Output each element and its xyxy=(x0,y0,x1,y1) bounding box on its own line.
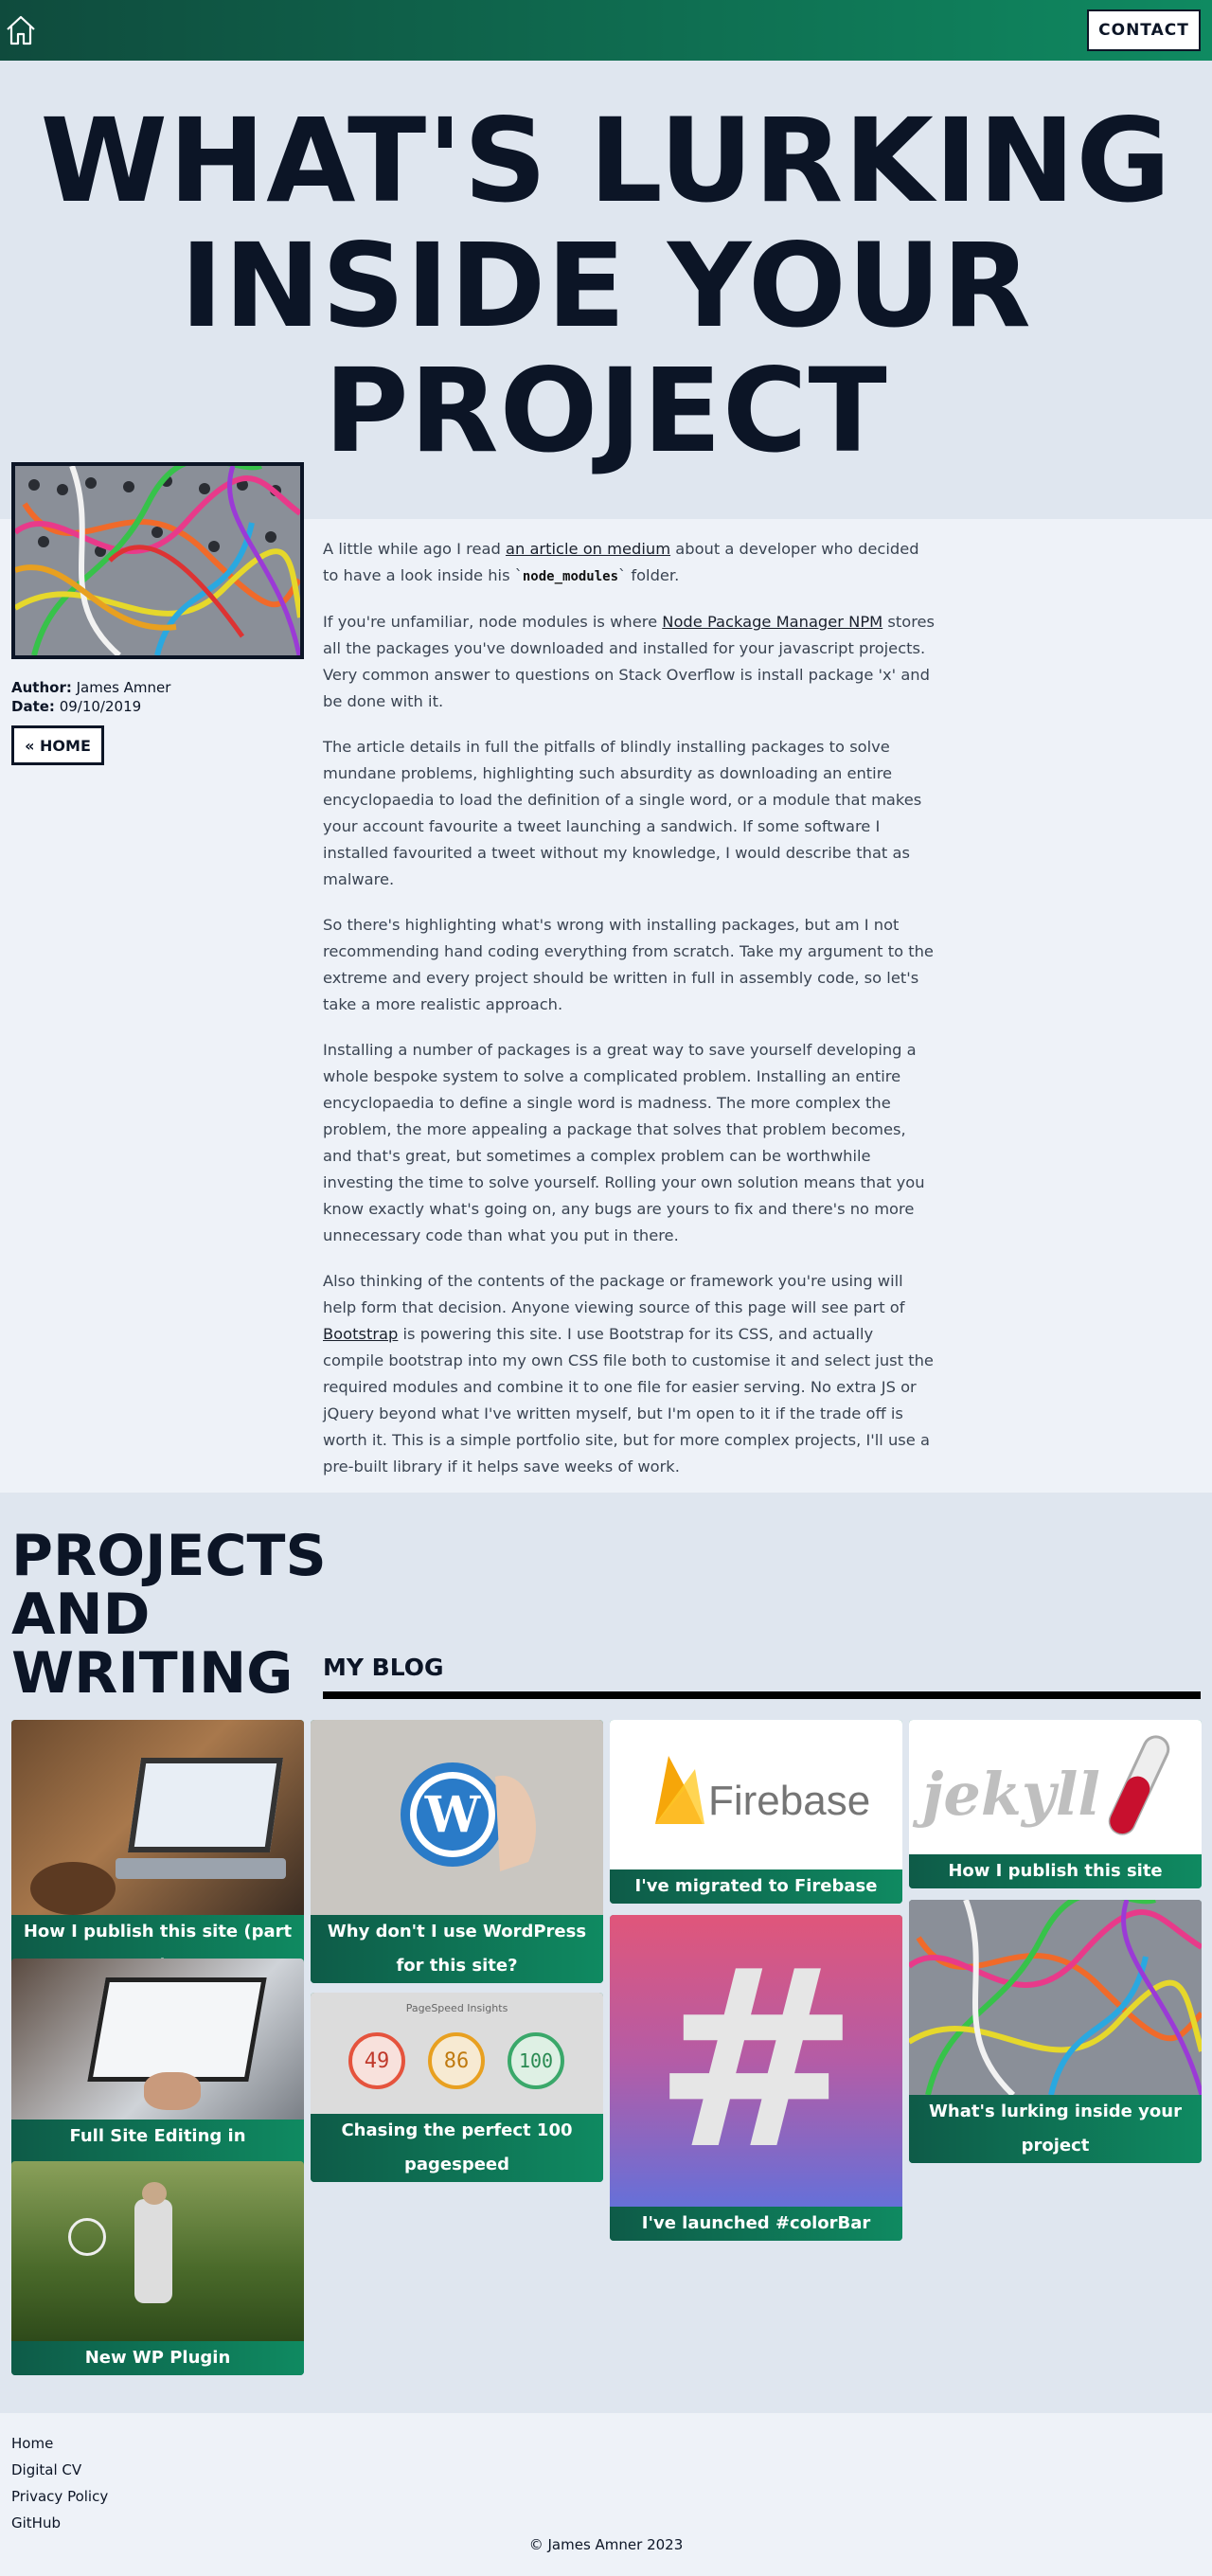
card-title: Why don't I use WordPress for this site? xyxy=(311,1915,603,1983)
svg-text:Firebase: Firebase xyxy=(708,1778,870,1824)
contact-button[interactable]: CONTACT xyxy=(1087,9,1201,51)
score-average: 86 xyxy=(428,2032,485,2089)
firebase-logo-image: Firebase xyxy=(610,1720,902,1869)
laptop-photo xyxy=(11,1720,304,1915)
post-meta: Author: James Amner Date: 09/10/2019 xyxy=(11,678,170,716)
article-body: A little while ago I read an article on … xyxy=(323,536,938,1499)
colorbar-hash-image: # xyxy=(610,1915,902,2207)
card-title: I've migrated to Firebase xyxy=(610,1869,902,1904)
blog-card[interactable]: Full Site Editing in WordPress xyxy=(11,1959,304,2188)
paragraph-1: A little while ago I read an article on … xyxy=(323,540,919,584)
svg-text:W: W xyxy=(424,1786,482,1844)
card-title: Chasing the perfect 100 pagespeed xyxy=(311,2114,603,2182)
page-title: WHAT'S LURKING INSIDE YOUR PROJECT xyxy=(0,98,1212,474)
inline-code: node_modules xyxy=(522,569,619,584)
blog-card[interactable]: jekyll How I publish this site xyxy=(909,1720,1202,1888)
title-line-1: WHAT'S LURKING xyxy=(40,94,1172,228)
author-value: James Amner xyxy=(76,679,171,696)
card-title: New WP Plugin xyxy=(11,2341,304,2375)
house-icon xyxy=(7,15,35,45)
field-photo xyxy=(11,2161,304,2341)
footer-link-privacy[interactable]: Privacy Policy xyxy=(11,2483,108,2510)
paragraph-5: Installing a number of packages is a gre… xyxy=(323,1041,925,1244)
footer-link-home[interactable]: Home xyxy=(11,2430,108,2457)
score-poor: 49 xyxy=(348,2032,405,2089)
pagespeed-image: PageSpeed Insights 49 86 100 xyxy=(311,1993,603,2114)
divider xyxy=(323,1691,1201,1699)
wordpress-photo: W xyxy=(311,1720,603,1915)
footer-links: Home Digital CV Privacy Policy GitHub xyxy=(11,2430,108,2536)
projects-heading: PROJECTS AND WRITING xyxy=(11,1523,327,1707)
date-label: Date: xyxy=(11,698,55,715)
blog-card[interactable]: PageSpeed Insights 49 86 100 Chasing the… xyxy=(311,1993,603,2182)
date-value: 09/10/2019 xyxy=(59,698,142,715)
blog-card[interactable]: Firebase I've migrated to Firebase xyxy=(610,1720,902,1904)
back-home-button[interactable]: « HOME xyxy=(11,725,104,765)
home-icon-link[interactable] xyxy=(4,13,38,47)
score-good: 100 xyxy=(508,2032,564,2089)
title-line-2: INSIDE YOUR xyxy=(180,219,1032,353)
card-title: How I publish this site xyxy=(909,1854,1202,1888)
svg-text:jekyll: jekyll xyxy=(912,1760,1100,1829)
feature-image-cables xyxy=(11,462,304,659)
blog-card[interactable]: How I publish this site (part 2) xyxy=(11,1720,304,1983)
blog-card[interactable]: What's lurking inside your project xyxy=(909,1900,1202,2163)
footer-link-digital-cv[interactable]: Digital CV xyxy=(11,2457,108,2483)
npm-link[interactable]: Node Package Manager NPM xyxy=(662,613,882,631)
copyright-text: © James Amner 2023 xyxy=(528,2536,684,2553)
blog-card[interactable]: New WP Plugin xyxy=(11,2161,304,2375)
paragraph-3: The article details in full the pitfalls… xyxy=(323,738,922,888)
medium-article-link[interactable]: an article on medium xyxy=(506,540,670,558)
title-line-3: PROJECT xyxy=(324,344,888,478)
paragraph-4: So there's highlighting what's wrong wit… xyxy=(323,916,934,1013)
typing-laptop-photo xyxy=(11,1959,304,2120)
author-label: Author: xyxy=(11,679,72,696)
blog-heading: MY BLOG xyxy=(323,1654,444,1681)
blog-card[interactable]: # I've launched #colorBar xyxy=(610,1915,902,2241)
top-nav-bar: CONTACT xyxy=(0,0,1212,61)
card-title: What's lurking inside your project xyxy=(909,2095,1202,2163)
card-title: I've launched #colorBar xyxy=(610,2207,902,2241)
paragraph-6: Also thinking of the contents of the pac… xyxy=(323,1272,934,1476)
paragraph-2: If you're unfamiliar, node modules is wh… xyxy=(323,613,936,710)
cables-photo xyxy=(909,1900,1202,2095)
footer-link-github[interactable]: GitHub xyxy=(11,2510,108,2536)
jekyll-logo-image: jekyll xyxy=(909,1720,1202,1854)
blog-card[interactable]: W Why don't I use WordPress for this sit… xyxy=(311,1720,603,1983)
hero-section: WHAT'S LURKING INSIDE YOUR PROJECT xyxy=(0,61,1212,519)
bootstrap-link[interactable]: Bootstrap xyxy=(323,1325,398,1343)
